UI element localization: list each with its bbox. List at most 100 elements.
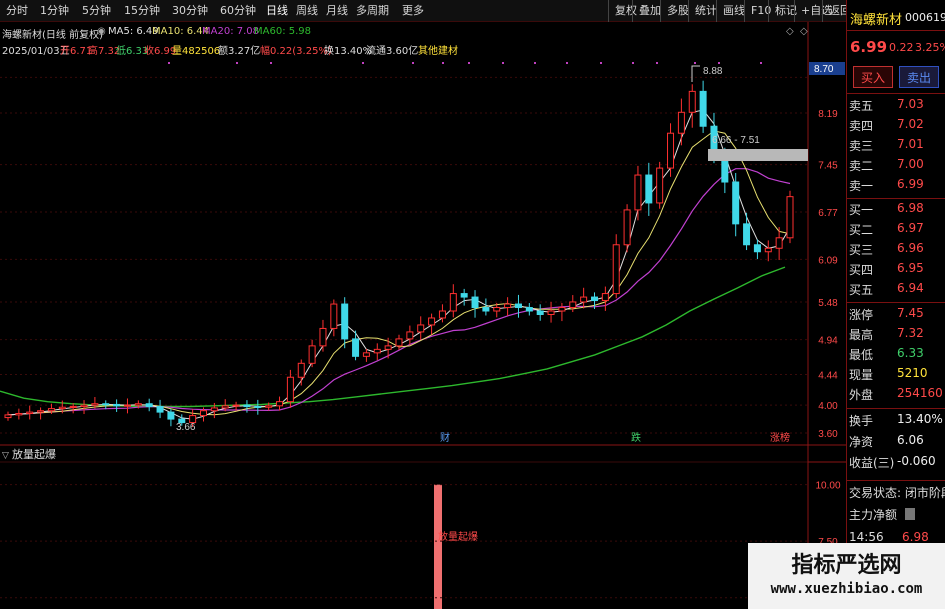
price-tick: 4.44 — [818, 370, 838, 381]
candle-body — [362, 352, 370, 357]
price-tick: 4.94 — [818, 336, 838, 347]
candle-body — [232, 404, 240, 407]
buy-button[interactable]: 买入 — [853, 66, 893, 88]
candle-body — [308, 345, 316, 364]
current-price: 6.99 — [850, 38, 888, 56]
tab-more[interactable]: 更多 — [402, 0, 424, 22]
range-label: 6.66 - 7.51 — [712, 135, 760, 146]
bid-1-label: 买一 — [849, 203, 874, 217]
candle-body — [580, 296, 588, 303]
candle-body — [210, 407, 218, 412]
tab-multi-period[interactable]: 多周期 — [356, 0, 389, 22]
tab-1min[interactable]: 1分钟 — [40, 0, 69, 22]
indicator-icon: ▽ — [2, 451, 9, 461]
candle-body — [123, 404, 131, 407]
candle-body — [167, 411, 175, 420]
candle-body — [319, 327, 327, 347]
candle-body — [634, 174, 642, 211]
candle-body — [677, 111, 685, 134]
candle-body — [134, 403, 142, 406]
candle-body — [352, 338, 360, 357]
tab-5min[interactable]: 5分钟 — [82, 0, 111, 22]
price-tick: 6.77 — [818, 208, 838, 219]
bid-2-label: 买二 — [849, 223, 874, 237]
stat-1-label: 最高 — [849, 328, 874, 342]
kline-chart[interactable]: 8.19 7.45 6.77 6.09 5.48 4.94 4.44 4.00 3.60 8.8… — [0, 0, 846, 609]
tab-60min[interactable]: 60分钟 — [220, 0, 256, 22]
stat2-1-value: 6.06 — [897, 433, 924, 447]
candle-body — [395, 338, 403, 347]
candle-body — [330, 303, 338, 329]
collapse-icon[interactable]: ◇ — [786, 26, 794, 37]
kline-info-bar: 海螺新材(日线 前复权) ◉ MA5: 6.49 MA10: 6.44 MA20… — [0, 24, 808, 57]
event-dot — [632, 62, 634, 64]
expand-icon[interactable]: ◇ — [800, 26, 808, 37]
ask-4-value: 7.02 — [897, 117, 924, 131]
tab-weekly[interactable]: 周线 — [296, 0, 318, 22]
tick-price: 6.98 — [902, 530, 929, 544]
candle-body — [482, 307, 490, 312]
candle-body — [254, 406, 262, 409]
stat2-2-value: -0.060 — [897, 454, 936, 468]
bid-divider — [847, 198, 945, 199]
main-flow-label: 主力净额 — [849, 508, 898, 522]
candle-body — [699, 90, 707, 127]
event-dot — [502, 62, 504, 64]
candle-body — [221, 405, 229, 409]
draw-line-button[interactable]: 画线 — [716, 0, 745, 22]
range-band — [708, 149, 808, 161]
stats-button[interactable]: 统计 — [688, 0, 717, 22]
mark-button[interactable]: 标记 — [768, 0, 797, 22]
watermark-url: www.xuezhibiao.com — [770, 581, 923, 597]
event-dot — [412, 62, 414, 64]
candle-body — [612, 244, 620, 295]
stats-divider — [847, 302, 945, 303]
bid-5-label: 买五 — [849, 283, 874, 297]
stat-3-label: 现量 — [849, 368, 874, 382]
tab-monthly[interactable]: 月线 — [326, 0, 348, 22]
settings-icon[interactable]: ◉ — [97, 26, 106, 37]
candle-body — [406, 331, 414, 340]
stat2-0-label: 换手 — [849, 414, 874, 428]
tab-daily[interactable]: 日线 — [266, 0, 288, 22]
ma20-value: MA20: 7.08 — [202, 26, 260, 37]
stock-name: 海螺新材 — [850, 13, 903, 28]
bid-4-value: 6.95 — [897, 261, 924, 275]
overlay-button[interactable]: 叠加 — [632, 0, 661, 22]
bid-3-value: 6.96 — [897, 241, 924, 255]
main-flow-toggle[interactable] — [905, 508, 915, 520]
event-dot — [656, 62, 658, 64]
multi-stock-button[interactable]: 多股 — [660, 0, 689, 22]
price-tick: 8.19 — [818, 109, 838, 120]
stat-2-value: 6.33 — [897, 346, 924, 360]
tab-30min[interactable]: 30分钟 — [172, 0, 208, 22]
candle-body — [438, 310, 446, 319]
candle-body — [645, 174, 653, 204]
price-tick: 7.45 — [818, 161, 838, 172]
price-change: 0.22 — [889, 41, 914, 54]
watermark-title: 指标严选网 — [791, 553, 902, 578]
candle-body — [91, 403, 99, 406]
candle-body — [471, 296, 479, 309]
tab-fenshi[interactable]: 分时 — [6, 0, 28, 22]
candle-body — [243, 404, 251, 408]
candle-body — [547, 310, 555, 315]
stat-4-value: 254160 — [897, 386, 943, 400]
candle-body — [417, 324, 425, 333]
event-dot — [236, 62, 238, 64]
candle-body — [764, 247, 772, 253]
candle-body — [297, 362, 305, 378]
quote-panel: 海螺新材 000619 6.99 0.22 3.25% 买入 卖出 卖五 7.03… — [846, 0, 945, 609]
candle-body — [69, 406, 77, 409]
candle-body — [667, 132, 675, 169]
stat-3-value: 5210 — [897, 366, 928, 380]
candle-body — [753, 244, 761, 253]
tab-15min[interactable]: 15分钟 — [124, 0, 160, 22]
sell-button[interactable]: 卖出 — [899, 66, 939, 88]
event-dot — [694, 62, 696, 64]
candle-body — [80, 404, 88, 408]
candle-body — [102, 403, 110, 406]
marker-drop: 跌 — [631, 431, 641, 444]
chart-title: 海螺新材(日线 前复权) — [2, 30, 103, 41]
candle-body — [786, 196, 794, 239]
